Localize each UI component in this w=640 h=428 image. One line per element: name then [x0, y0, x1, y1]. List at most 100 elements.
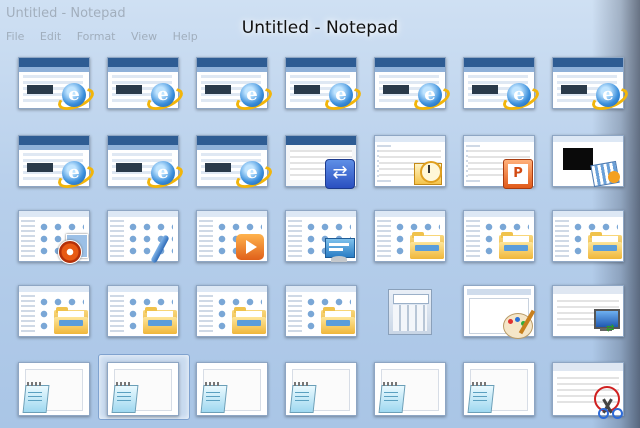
notepad-lines	[117, 392, 131, 404]
folder-ribbon	[237, 320, 261, 326]
powerpoint-letter: P	[508, 164, 528, 184]
navigation-pane	[466, 220, 480, 258]
folder-icon	[321, 307, 355, 335]
internet-explorer-icon: e	[144, 159, 186, 193]
navigation-pane	[199, 220, 213, 258]
folder-ribbon	[504, 245, 528, 251]
ie-globe: e	[151, 161, 175, 185]
window-toolbar	[19, 286, 89, 292]
folder-ribbon	[326, 320, 350, 326]
paint-palette-icon	[503, 309, 537, 341]
ie-toolbar	[464, 67, 534, 72]
outlook-clock-hand	[428, 165, 430, 173]
internet-explorer-icon: e	[144, 81, 186, 115]
notepad-icon	[289, 382, 317, 413]
notepad-icon	[378, 382, 406, 413]
ie-toolbar	[375, 67, 445, 72]
folder-icon	[410, 232, 444, 260]
notepad-spiral	[472, 382, 488, 386]
navigation-pane	[110, 220, 124, 258]
pen-icon	[147, 234, 173, 266]
ie-titlebar	[108, 136, 178, 145]
ie-toolbar	[553, 67, 623, 72]
ie-toolbar	[197, 67, 267, 72]
flip3d-desktop: { "window": { "title": "Untitled - Notep…	[0, 0, 640, 428]
ie-titlebar	[197, 136, 267, 145]
calculator-keypad	[393, 305, 427, 331]
window-toolbar	[19, 211, 89, 217]
ie-titlebar	[553, 58, 623, 67]
navigation-pane	[110, 295, 124, 333]
window-toolbar	[197, 211, 267, 217]
ie-titlebar	[464, 58, 534, 67]
internet-explorer-icon: e	[55, 81, 97, 115]
scissor-handle	[598, 408, 609, 419]
ie-page-banner	[27, 163, 53, 172]
internet-explorer-icon: e	[233, 159, 275, 193]
calculator-display	[393, 294, 429, 304]
navigation-pane	[199, 295, 213, 333]
ie-globe: e	[151, 83, 175, 107]
folder-icon	[499, 232, 533, 260]
ie-toolbar	[286, 67, 356, 72]
folder-icon	[232, 307, 266, 335]
paint-ribbon	[467, 289, 531, 295]
ie-titlebar	[197, 58, 267, 67]
ie-page-banner	[116, 85, 142, 94]
internet-explorer-icon: e	[589, 81, 631, 115]
ie-globe: e	[62, 83, 86, 107]
notepad-lines	[28, 392, 42, 404]
window-titlebar	[553, 286, 623, 294]
navigation-pane	[21, 295, 35, 333]
folder-ribbon	[415, 245, 439, 251]
connection-arrows: ⇄	[606, 323, 615, 334]
window-toolbar	[464, 211, 534, 217]
powerpoint-icon: P	[503, 159, 533, 189]
ie-toolbar	[19, 145, 89, 150]
photo-front	[58, 240, 82, 264]
window-toolbar	[108, 286, 178, 292]
window-titlebar	[553, 136, 623, 142]
notepad-icon	[22, 382, 50, 413]
ie-globe: e	[507, 83, 531, 107]
pen-body	[150, 234, 170, 264]
ie-globe: e	[240, 161, 264, 185]
ie-titlebar	[375, 58, 445, 67]
calculator-body	[388, 289, 432, 335]
folder-ribbon	[593, 245, 617, 251]
folder-icon	[54, 307, 88, 335]
internet-explorer-icon: e	[322, 81, 364, 115]
ie-globe: e	[418, 83, 442, 107]
ie-titlebar	[108, 58, 178, 67]
window-toolbar	[286, 286, 356, 292]
window-switcher-grid: e e e e e e e e e e ⇄ P ⇄	[0, 0, 640, 428]
ie-page-banner	[294, 85, 320, 94]
notepad-icon	[467, 382, 495, 413]
window-toolbar	[108, 211, 178, 217]
notepad-icon	[200, 382, 228, 413]
window-toolbar	[286, 211, 356, 217]
navigation-pane	[21, 220, 35, 258]
notepad-spiral	[205, 382, 221, 386]
ie-toolbar	[197, 145, 267, 150]
ie-toolbar	[108, 145, 178, 150]
navigation-pane	[555, 220, 569, 258]
paint-red	[508, 319, 513, 324]
ie-page-banner	[205, 163, 231, 172]
outlook-clock	[420, 161, 442, 183]
ie-globe: e	[329, 83, 353, 107]
window-thumbnail-calculator[interactable]	[374, 285, 444, 335]
snipping-tool-icon	[592, 386, 624, 419]
ie-page-banner	[27, 85, 53, 94]
paint-blue	[515, 317, 520, 322]
navigation-pane	[377, 220, 391, 258]
folder-icon	[588, 232, 622, 260]
folder-icon	[143, 307, 177, 335]
gadget-stand	[331, 256, 347, 262]
notepad-spiral	[27, 382, 43, 386]
notepad-lines	[206, 392, 220, 404]
notepad-lines	[473, 392, 487, 404]
internet-explorer-icon: e	[411, 81, 453, 115]
window-toolbar	[375, 211, 445, 217]
ie-toolbar	[19, 67, 89, 72]
